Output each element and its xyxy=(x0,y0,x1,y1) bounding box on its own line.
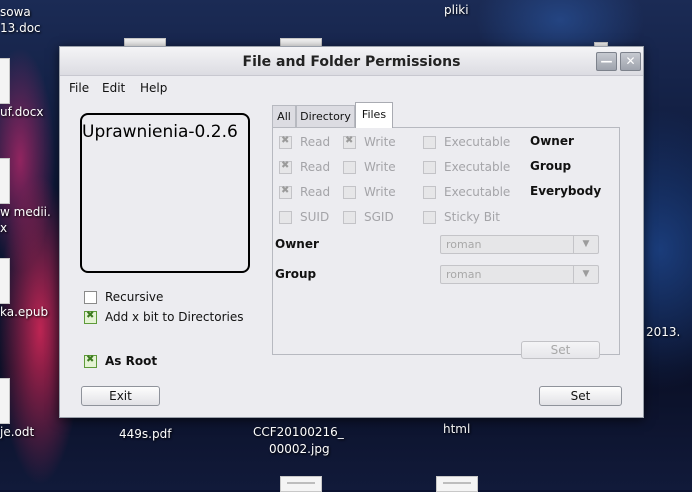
desktop-label[interactable]: uf.docx xyxy=(0,104,43,120)
owner-field-label: Owner xyxy=(275,237,319,251)
everybody-executable-checkbox[interactable] xyxy=(423,185,436,199)
chevron-down-icon[interactable]: ▼ xyxy=(573,236,598,253)
desktop-file-icon[interactable] xyxy=(0,378,10,424)
as-root-option[interactable]: As Root xyxy=(84,353,157,369)
desktop-label[interactable]: pliki xyxy=(444,2,469,18)
desktop-label[interactable]: je.odt xyxy=(0,424,34,440)
recursive-option[interactable]: Recursive xyxy=(84,289,163,305)
desktop-label[interactable]: CCF20100216_ xyxy=(253,424,344,440)
desktop-file-icon[interactable] xyxy=(0,258,10,304)
exit-button[interactable]: Exit xyxy=(81,386,160,406)
minimize-button[interactable]: — xyxy=(596,52,617,71)
everybody-write-checkbox[interactable] xyxy=(343,185,356,199)
executable-label: Executable xyxy=(444,160,511,174)
group-read-checkbox[interactable] xyxy=(279,160,292,174)
desktop-label[interactable]: 13.doc xyxy=(0,20,41,36)
group-write-checkbox[interactable] xyxy=(343,160,356,174)
panel-set-button[interactable]: Set xyxy=(521,341,600,359)
desktop-label[interactable]: x xyxy=(0,220,7,236)
add-x-checkbox[interactable] xyxy=(84,310,97,324)
read-label: Read xyxy=(300,135,331,149)
permissions-window: File and Folder Permissions — ✕ File Edi… xyxy=(59,46,644,418)
sticky-bit-checkbox[interactable] xyxy=(423,210,436,224)
chevron-down-icon[interactable]: ▼ xyxy=(573,266,598,283)
owner-read-checkbox[interactable] xyxy=(279,135,292,149)
close-button[interactable]: ✕ xyxy=(620,52,641,71)
desktop-label[interactable]: ka.epub xyxy=(0,304,48,320)
group-select-value: roman xyxy=(446,268,482,281)
everybody-executable[interactable]: Executable xyxy=(423,184,510,200)
owner-write[interactable]: Write xyxy=(343,134,396,150)
add-x-option[interactable]: Add x bit to Directories xyxy=(84,309,243,325)
owner-executable-checkbox[interactable] xyxy=(423,135,436,149)
write-label: Write xyxy=(364,135,396,149)
group-executable-checkbox[interactable] xyxy=(423,160,436,174)
recursive-checkbox[interactable] xyxy=(84,290,97,304)
read-label: Read xyxy=(300,185,331,199)
write-label: Write xyxy=(364,185,396,199)
desktop-label[interactable]: html xyxy=(443,421,470,437)
owner-write-checkbox[interactable] xyxy=(343,135,356,149)
as-root-checkbox[interactable] xyxy=(84,354,97,368)
read-label: Read xyxy=(300,160,331,174)
sticky-bit-option[interactable]: Sticky Bit xyxy=(423,209,500,225)
group-read[interactable]: Read xyxy=(279,159,330,175)
menu-bar: File Edit Help xyxy=(60,78,643,98)
owner-heading: Owner xyxy=(530,134,574,148)
desktop-label[interactable]: 2013. xyxy=(646,324,680,340)
executable-label: Executable xyxy=(444,185,511,199)
sgid-label: SGID xyxy=(364,210,394,224)
owner-select[interactable]: roman ▼ xyxy=(440,235,599,254)
tab-all[interactable]: All xyxy=(272,105,296,128)
owner-executable[interactable]: Executable xyxy=(423,134,510,150)
owner-select-value: roman xyxy=(446,238,482,251)
owner-read[interactable]: Read xyxy=(279,134,330,150)
suid-label: SUID xyxy=(300,210,330,224)
window-title: File and Folder Permissions xyxy=(242,54,461,70)
tab-directory[interactable]: Directory xyxy=(296,105,355,128)
menu-file[interactable]: File xyxy=(69,81,89,95)
desktop-label[interactable]: w medii. xyxy=(0,204,51,220)
everybody-read-checkbox[interactable] xyxy=(279,185,292,199)
menu-edit[interactable]: Edit xyxy=(102,81,125,95)
menu-help[interactable]: Help xyxy=(140,81,167,95)
group-field-label: Group xyxy=(275,267,317,281)
everybody-write[interactable]: Write xyxy=(343,184,396,200)
recursive-label: Recursive xyxy=(105,290,164,304)
group-select[interactable]: roman ▼ xyxy=(440,265,599,284)
window-titlebar[interactable]: File and Folder Permissions — ✕ xyxy=(60,47,643,76)
everybody-read[interactable]: Read xyxy=(279,184,330,200)
add-x-label: Add x bit to Directories xyxy=(105,310,244,324)
write-label: Write xyxy=(364,160,396,174)
as-root-label: As Root xyxy=(105,354,158,368)
desktop-label[interactable]: 00002.jpg xyxy=(269,441,330,457)
desktop-label[interactable]: sowa xyxy=(0,4,31,20)
set-button[interactable]: Set xyxy=(539,386,622,406)
suid-checkbox[interactable] xyxy=(279,210,292,224)
logo-panel: Uprawnienia-0.2.6 xyxy=(80,113,250,273)
group-write[interactable]: Write xyxy=(343,159,396,175)
desktop-file-icon[interactable] xyxy=(0,158,10,204)
group-executable[interactable]: Executable xyxy=(423,159,510,175)
group-heading: Group xyxy=(530,159,572,173)
sticky-bit-label: Sticky Bit xyxy=(444,210,500,224)
desktop-file-icon[interactable] xyxy=(0,58,10,104)
suid-option[interactable]: SUID xyxy=(279,209,329,225)
executable-label: Executable xyxy=(444,135,511,149)
everybody-heading: Everybody xyxy=(530,184,602,198)
sgid-checkbox[interactable] xyxy=(343,210,356,224)
desktop-label[interactable]: 449s.pdf xyxy=(119,426,171,442)
sgid-option[interactable]: SGID xyxy=(343,209,394,225)
tab-files[interactable]: Files xyxy=(355,102,393,128)
files-tab-panel: Read Write Executable Owner Read Write E… xyxy=(272,127,620,359)
logo-text: Uprawnienia-0.2.6 xyxy=(82,122,238,142)
